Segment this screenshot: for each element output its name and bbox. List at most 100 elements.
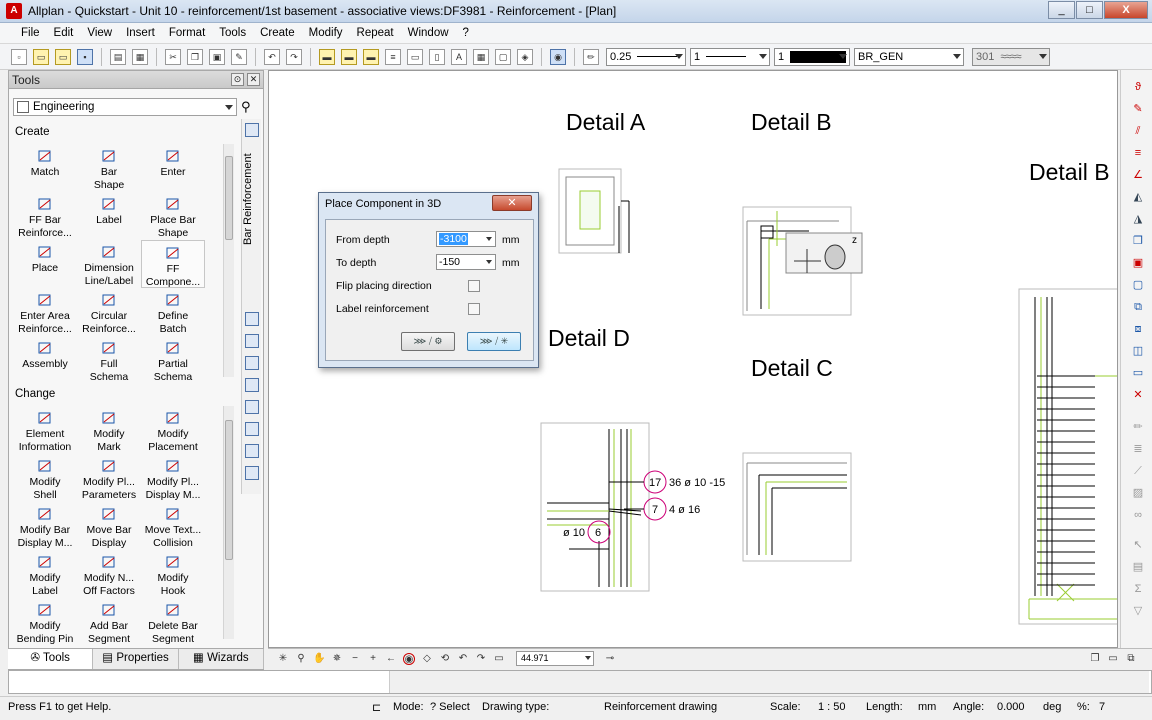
zoom-all-icon[interactable]: ✵ (331, 653, 343, 665)
change-tool-button[interactable]: Modify N... Off Factors (77, 550, 141, 598)
new-file-icon[interactable]: ▫ (11, 48, 27, 65)
hatch-icon[interactable]: ▨ (1131, 486, 1145, 500)
edit-icon[interactable]: ✎ (1131, 102, 1145, 116)
copy-elements-icon[interactable]: ❐ (1131, 234, 1145, 248)
section-tab-icon[interactable] (245, 356, 259, 370)
zoom-in-icon[interactable]: + (367, 653, 379, 665)
transform-icon[interactable]: ▭ (1131, 366, 1145, 380)
to-depth-input[interactable]: -150 (436, 254, 496, 270)
menu-tools[interactable]: Tools (212, 27, 253, 39)
line-type-select[interactable]: 1 (690, 47, 770, 66)
module-select[interactable]: Engineering (13, 98, 237, 116)
window-icon[interactable]: ▢ (495, 48, 511, 65)
create-tool-button[interactable]: Assembly (13, 336, 77, 384)
regen-icon[interactable]: ◉ (403, 652, 415, 665)
chevron-down-icon[interactable] (486, 260, 492, 264)
pen-icon[interactable]: ✏ (583, 48, 599, 65)
mirror-icon[interactable]: ◭ (1131, 190, 1145, 204)
zoom-globe-icon[interactable]: ◉ (550, 48, 566, 65)
menu-file[interactable]: File (14, 27, 47, 39)
change-tool-button[interactable]: Move Bar Display (77, 502, 141, 550)
parallel-icon[interactable]: ⫽ (1131, 124, 1145, 138)
menu-help[interactable]: ? (456, 27, 476, 39)
change-tool-button[interactable]: Add Bar Segment (77, 598, 141, 646)
fileset-icon[interactable]: ▬ (363, 48, 379, 65)
view-tab-icon[interactable] (245, 444, 259, 458)
menu-edit[interactable]: Edit (47, 27, 81, 39)
document-icon[interactable]: ▯ (429, 48, 445, 65)
status-drawing-type-value[interactable]: Reinforcement drawing (604, 701, 717, 713)
orbit-icon[interactable]: ⟲ (439, 653, 451, 665)
change-tool-button[interactable]: Element Information (13, 406, 77, 454)
create-tool-button[interactable]: Enter (141, 144, 205, 192)
copy-icon[interactable]: ❐ (187, 48, 203, 65)
menu-create[interactable]: Create (253, 27, 302, 39)
arrow-left-icon[interactable]: ← (385, 653, 397, 665)
change-tool-button[interactable]: Modify Shell (13, 454, 77, 502)
modify-tab-icon[interactable] (245, 400, 259, 414)
change-tool-button[interactable]: Modify Hook (141, 550, 205, 598)
filter-icon[interactable]: ▽ (1131, 604, 1145, 618)
open-folder-icon[interactable]: ▭ (33, 48, 49, 65)
menu-window[interactable]: Window (401, 27, 456, 39)
next-view-icon[interactable]: ↷ (475, 653, 487, 665)
document-stack-icon[interactable]: ▤ (1131, 560, 1145, 574)
multi-line-icon[interactable]: ≡ (1131, 146, 1145, 160)
menu-modify[interactable]: Modify (302, 27, 350, 39)
input-line[interactable] (8, 670, 1152, 694)
lines-icon[interactable]: ≣ (1131, 442, 1145, 456)
redo-icon[interactable]: ↷ (286, 48, 302, 65)
close-window-button[interactable]: X (1104, 1, 1148, 19)
minimize-button[interactable]: _ (1048, 1, 1075, 19)
text-icon[interactable]: A (451, 48, 467, 65)
create-tool-button[interactable]: Place (13, 240, 77, 288)
color-select[interactable]: 1 (774, 47, 850, 66)
paste-icon[interactable]: ▣ (209, 48, 225, 65)
change-tool-button[interactable]: Modify Pl... Display M... (141, 454, 205, 502)
create-tool-button[interactable]: Place Bar Shape (141, 192, 205, 240)
create-tool-button[interactable]: Full Schema (77, 336, 141, 384)
previous-view-icon[interactable]: ↶ (457, 653, 469, 665)
label-tab-icon[interactable] (245, 466, 259, 480)
ced-tab-icon[interactable] (245, 378, 259, 392)
cube-icon[interactable]: ◈ (517, 48, 533, 65)
list-icon[interactable]: ≡ (385, 48, 401, 65)
print-preview-icon[interactable]: ▤ (110, 48, 126, 65)
3d-view-icon[interactable]: ◇ (421, 653, 433, 665)
create-tool-button[interactable]: Bar Shape (77, 144, 141, 192)
change-tool-button[interactable]: Modify Pl... Parameters (77, 454, 141, 502)
change-scrollbar[interactable] (223, 406, 234, 639)
sum-icon[interactable]: Σ (1131, 582, 1145, 596)
mirror-copy-icon[interactable]: ◮ (1131, 212, 1145, 226)
cut-icon[interactable]: ✂ (165, 48, 181, 65)
status-length-unit[interactable]: mm (918, 701, 936, 713)
create-tool-button[interactable]: Define Batch (141, 288, 205, 336)
status-mode-value[interactable]: ? Select (430, 701, 470, 713)
save-icon[interactable]: ▪ (77, 48, 93, 65)
draw-icon[interactable]: ϑ (1131, 80, 1145, 94)
status-angle-unit[interactable]: deg (1043, 701, 1061, 713)
flip-direction-checkbox[interactable] (468, 280, 480, 292)
window-tile-icon[interactable]: ▭ (1107, 653, 1119, 665)
open-project-icon[interactable]: ▭ (55, 48, 71, 65)
change-tool-button[interactable]: Delete Bar Segment (141, 598, 205, 646)
menu-repeat[interactable]: Repeat (350, 27, 401, 39)
change-tool-button[interactable]: Move Text... Collision (141, 502, 205, 550)
create-tool-button[interactable]: Enter Area Reinforce... (13, 288, 77, 336)
scale-icon[interactable]: ⧉ (1131, 300, 1145, 314)
tab-tools[interactable]: ✇ Tools (8, 649, 94, 669)
angle-icon[interactable]: ∠ (1131, 168, 1145, 182)
place-properties-button[interactable]: ⋙ ⧸ ⚙ (401, 332, 455, 351)
mesh-tab-icon[interactable] (245, 312, 259, 326)
pen-tool-icon[interactable]: ✏ (1131, 420, 1145, 434)
create-tool-button[interactable]: Match (13, 144, 77, 192)
menu-view[interactable]: View (80, 27, 119, 39)
pattern-select[interactable]: 301 ≈≈≈≈ (972, 47, 1050, 66)
change-tool-button[interactable]: Modify Label (13, 550, 77, 598)
pin-view-icon[interactable]: ⊸ (604, 653, 616, 665)
change-tool-button[interactable]: Modify Bar Display M... (13, 502, 77, 550)
zoom-window-icon[interactable]: ⚲ (295, 653, 307, 665)
zoom-out-icon[interactable]: − (349, 653, 361, 665)
move-icon[interactable]: ▣ (1131, 256, 1145, 270)
dialog-close-button[interactable]: ✕ (492, 195, 532, 211)
